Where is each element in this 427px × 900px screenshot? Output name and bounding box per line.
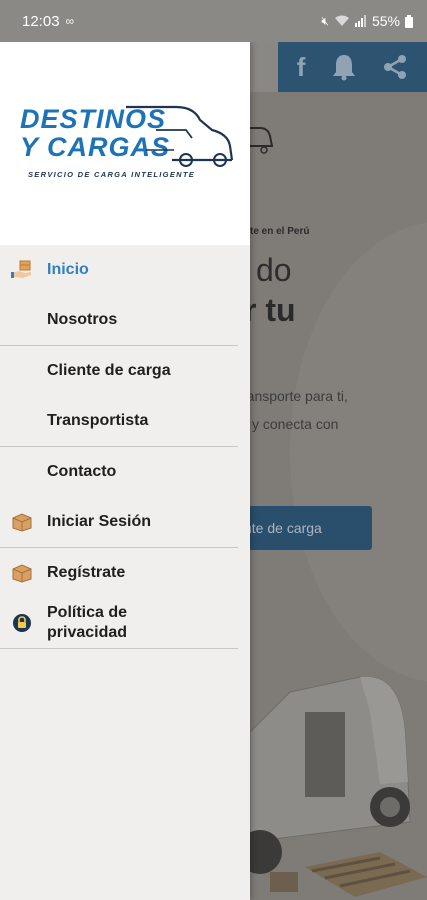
background-small-text: te en el Perú: [250, 226, 310, 237]
drawer-header: DESTINOS Y CARGAS SERVICIO DE CARGA INTE…: [0, 42, 250, 245]
menu-item-inicio[interactable]: Inicio: [0, 245, 250, 295]
truck-logo-icon: [126, 105, 234, 167]
signal-icon: [354, 15, 366, 27]
menu-item-contacto[interactable]: Contacto: [0, 447, 250, 497]
background-cta-button: nte de carga: [250, 506, 372, 550]
menu-item-iniciar-sesion[interactable]: Iniciar Sesión: [0, 497, 250, 547]
package-icon: [12, 513, 32, 532]
mute-icon: 🔇︎: [321, 13, 329, 28]
van-illustration: [250, 676, 427, 897]
menu-item-nosotros[interactable]: Nosotros: [0, 295, 250, 345]
background-headline-2: r tu: [250, 292, 296, 328]
background-paragraph-2: y conecta con: [252, 416, 339, 432]
lock-icon: [13, 614, 31, 632]
battery-icon: [405, 14, 413, 28]
status-bar: 12:03 ∞ 🔇︎ 55%: [0, 0, 427, 42]
background-paragraph-1: ransporte para ti,: [250, 388, 348, 404]
hand-box-icon: [11, 260, 31, 278]
logo-tagline: SERVICIO DE CARGA INTELIGENTE: [28, 170, 196, 179]
menu-label-contacto: Contacto: [47, 463, 117, 480]
menu-label-politica-de-privacidad: Política de privacidad: [47, 603, 127, 643]
background-topbar: f: [250, 42, 427, 92]
menu-divider: [0, 648, 238, 649]
menu-item-transportista[interactable]: Transportista: [0, 396, 250, 446]
menu-item-cliente-de-carga[interactable]: Cliente de carga: [0, 346, 250, 396]
voicemail-icon: ∞: [65, 14, 75, 28]
navigation-drawer: DESTINOS Y CARGAS SERVICIO DE CARGA INTE…: [0, 42, 250, 900]
battery-percent: 55%: [371, 13, 400, 29]
app-logo: DESTINOS Y CARGAS SERVICIO DE CARGA INTE…: [18, 104, 238, 186]
menu-label-nosotros: Nosotros: [47, 311, 118, 328]
menu-label-transportista: Transportista: [47, 412, 149, 429]
status-time: 12:03: [22, 12, 60, 30]
menu-label-inicio: Inicio: [47, 261, 89, 278]
menu-item-registrate[interactable]: Regístrate: [0, 548, 250, 598]
menu-label-politica-line1: Política de: [47, 604, 128, 621]
package-icon: [12, 564, 32, 583]
menu-label-registrate: Regístrate: [47, 564, 126, 581]
share-icon: [384, 55, 407, 79]
wifi-icon: [334, 15, 349, 26]
background-logo-fragment: [250, 127, 274, 154]
menu-label-iniciar-sesion: Iniciar Sesión: [47, 513, 152, 530]
menu-label-politica-line2: privacidad: [47, 624, 128, 641]
bell-icon: [332, 55, 355, 81]
facebook-icon: f: [296, 51, 306, 82]
menu-item-politica-de-privacidad[interactable]: Política de privacidad: [0, 598, 250, 648]
background-page: f te en el Perú do r tu ransporte para t…: [250, 42, 427, 900]
background-headline-1: do: [256, 252, 292, 288]
menu-label-cliente-de-carga: Cliente de carga: [47, 362, 171, 379]
drawer-menu: Inicio Nosotros Cliente de carga Transpo…: [0, 245, 250, 649]
